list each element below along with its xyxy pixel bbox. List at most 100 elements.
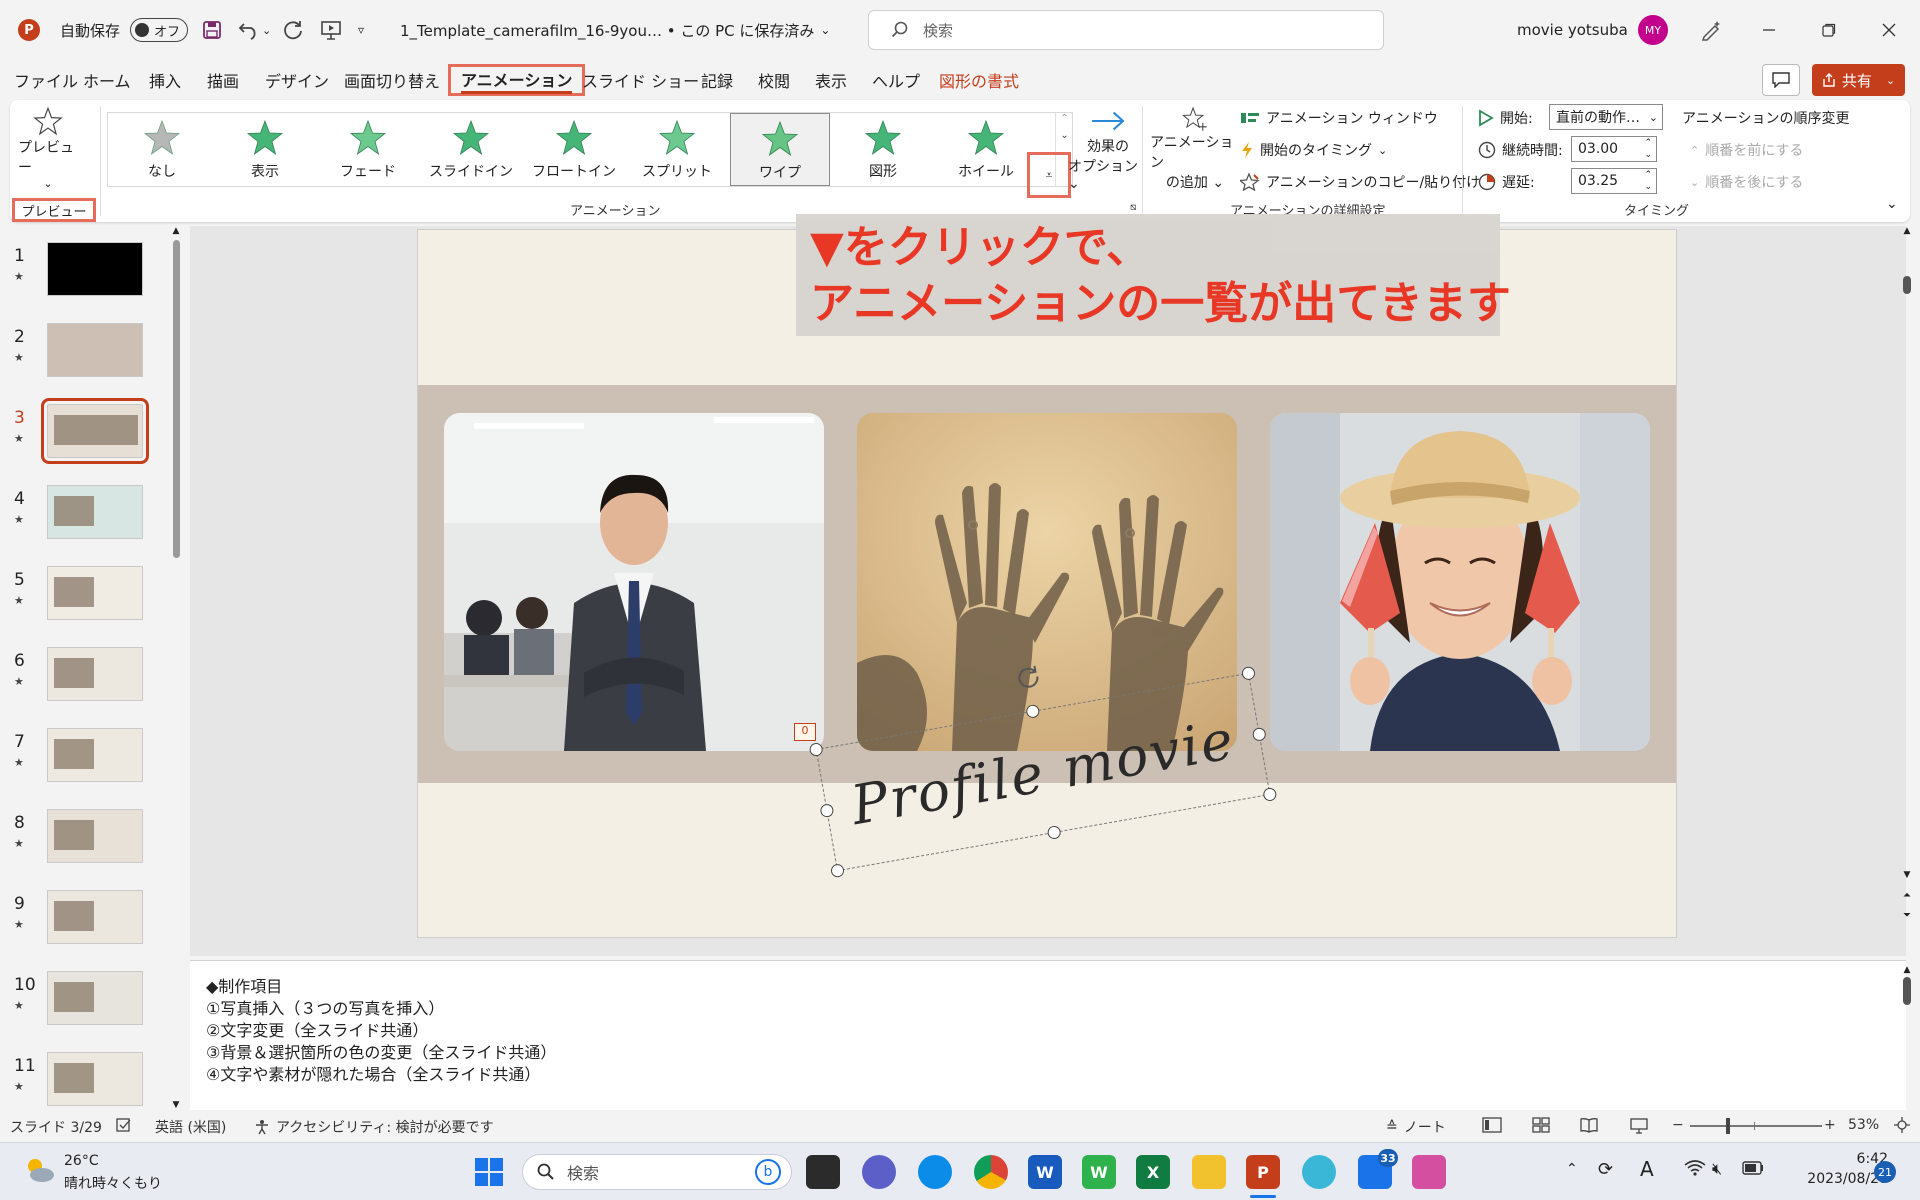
scroll-up-icon[interactable]: ▲: [170, 226, 182, 236]
windows-start-icon[interactable]: [474, 1157, 504, 1187]
add-animation-button[interactable]: アニメーション の追加 ⌄: [1150, 106, 1240, 192]
edge-icon[interactable]: [918, 1155, 952, 1189]
bing-icon[interactable]: b: [755, 1159, 781, 1185]
reading-view-icon[interactable]: [1580, 1117, 1598, 1133]
effect-options-button[interactable]: 効果の オプション ⌄: [1068, 106, 1148, 192]
undo-icon[interactable]: [238, 0, 260, 60]
clock-time[interactable]: 6:42: [1798, 1151, 1888, 1167]
share-button[interactable]: 共有 ⌄: [1812, 64, 1905, 96]
move-earlier-button[interactable]: ⌃ 順番を前にする: [1690, 140, 1803, 160]
close-icon[interactable]: [1882, 0, 1896, 60]
animation-option[interactable]: なし: [112, 113, 212, 186]
zoom-level[interactable]: 53%: [1848, 1117, 1879, 1133]
animation-painter-button[interactable]: アニメーションのコピー/貼り付け: [1240, 172, 1480, 192]
scroll-up-icon[interactable]: ▲: [1901, 965, 1913, 975]
scroll-thumb[interactable]: [1903, 276, 1911, 294]
animation-option[interactable]: ホイール: [936, 113, 1036, 186]
collapse-ribbon-icon[interactable]: ⌄: [1886, 196, 1898, 212]
scroll-down-icon[interactable]: ▼: [1901, 870, 1913, 880]
notes-toggle[interactable]: ≙ ノート: [1386, 1117, 1446, 1137]
designer-pen-icon[interactable]: [1700, 0, 1722, 60]
thumbnail-scrollbar[interactable]: ▲ ▼: [170, 226, 182, 1110]
rotate-handle-icon[interactable]: [1013, 662, 1043, 692]
animation-option[interactable]: スプリット: [627, 113, 727, 186]
slideshow-view-icon[interactable]: [1630, 1117, 1648, 1135]
slide-thumbnail[interactable]: [47, 485, 143, 539]
next-slide-icon[interactable]: ⏷: [1901, 910, 1913, 921]
slide-thumbnail[interactable]: [41, 398, 149, 464]
tab-view[interactable]: 表示: [815, 66, 847, 94]
task-view-icon[interactable]: [806, 1155, 840, 1189]
weather-description[interactable]: 晴れ時々くもり: [64, 1173, 162, 1193]
tab-draw[interactable]: 描画: [207, 66, 239, 94]
slide-thumbnail[interactable]: [47, 242, 143, 296]
notes-scrollbar[interactable]: ▲: [1901, 965, 1913, 1105]
autosave-toggle[interactable]: オフ: [130, 0, 188, 60]
excel-icon[interactable]: X: [1136, 1155, 1170, 1189]
normal-view-icon[interactable]: [1482, 1117, 1502, 1133]
scroll-up-icon[interactable]: ▲: [1901, 226, 1913, 236]
comments-button[interactable]: [1762, 64, 1800, 96]
powerpoint-taskbar-icon[interactable]: P: [1246, 1155, 1280, 1189]
file-explorer-icon[interactable]: [1192, 1155, 1226, 1189]
cloud-app-icon[interactable]: [1302, 1155, 1336, 1189]
search-input[interactable]: 検索: [868, 10, 1384, 50]
mail-icon[interactable]: 33: [1358, 1149, 1398, 1189]
tab-design[interactable]: デザイン: [265, 66, 329, 94]
notes-pane[interactable]: ◆制作項目 ①写真挿入（３つの写真を挿入） ②文字変更（全スライド共通） ③背景＆選択…: [190, 960, 1911, 1110]
photo-woman-popsicles[interactable]: [1270, 413, 1650, 751]
tab-animations[interactable]: アニメーション: [448, 64, 586, 96]
battery-icon[interactable]: [1742, 1161, 1764, 1175]
accessibility-status[interactable]: アクセシビリティ: 検討が必要です: [254, 1117, 494, 1137]
tray-overflow-icon[interactable]: ⌃: [1566, 1161, 1578, 1177]
resize-handle[interactable]: [1262, 786, 1278, 802]
redo-icon[interactable]: [282, 0, 304, 60]
ime-icon[interactable]: A: [1640, 1157, 1654, 1181]
scroll-down-icon[interactable]: ▼: [170, 1100, 182, 1110]
tab-review[interactable]: 校閲: [758, 66, 790, 94]
previous-slide-icon[interactable]: ⏶: [1901, 890, 1913, 901]
tab-home[interactable]: ホーム: [83, 66, 131, 94]
slide-thumbnail[interactable]: [47, 728, 143, 782]
duration-input[interactable]: 03.00 ⌃ ⌄: [1571, 136, 1657, 162]
save-icon[interactable]: [202, 0, 222, 60]
spellcheck-icon[interactable]: [116, 1117, 132, 1133]
tab-record[interactable]: 記録: [701, 66, 733, 94]
tab-transitions[interactable]: 画面切り替え: [344, 66, 440, 94]
animation-option[interactable]: フェード: [318, 113, 418, 186]
clock-date[interactable]: 2023/08/28: [1784, 1171, 1888, 1187]
undo-dropdown-icon[interactable]: ⌄: [262, 0, 271, 60]
tab-shape-format[interactable]: 図形の書式: [939, 66, 1019, 94]
scroll-thumb[interactable]: [1903, 977, 1911, 1005]
word-icon[interactable]: W: [1028, 1155, 1062, 1189]
zoom-slider[interactable]: [1690, 1118, 1822, 1134]
notification-badge[interactable]: 21: [1874, 1161, 1896, 1183]
tab-insert[interactable]: 挿入: [149, 66, 181, 94]
slide-sorter-icon[interactable]: [1532, 1117, 1550, 1133]
taskbar-search[interactable]: 検索 b: [522, 1154, 792, 1190]
weather-icon[interactable]: [22, 1153, 56, 1187]
volume-muted-icon[interactable]: 🔇︎: [1712, 1159, 1722, 1179]
avatar[interactable]: MY: [1638, 0, 1668, 60]
tab-help[interactable]: ヘルプ: [872, 66, 920, 94]
weather-temp[interactable]: 26°C: [64, 1153, 99, 1169]
move-later-button[interactable]: ⌄ 順番を後にする: [1690, 172, 1803, 192]
language-status[interactable]: 英語 (米国): [155, 1117, 226, 1137]
game-app-icon[interactable]: [1412, 1155, 1446, 1189]
start-from-beginning-icon[interactable]: [320, 0, 342, 60]
user-name[interactable]: movie yotsuba: [1517, 0, 1628, 60]
animation-option[interactable]: 表示: [215, 113, 315, 186]
slide-thumbnail[interactable]: [47, 566, 143, 620]
slide-scrollbar[interactable]: ▲ ▼ ⏶ ⏷: [1901, 226, 1913, 956]
tab-slideshow[interactable]: スライド ショー: [582, 66, 699, 94]
slide-thumbnail[interactable]: [47, 890, 143, 944]
fit-to-window-icon[interactable]: [1894, 1117, 1910, 1133]
zoom-out-icon[interactable]: −: [1672, 1117, 1684, 1133]
trigger-button[interactable]: 開始のタイミング ⌄: [1240, 140, 1387, 160]
scroll-thumb[interactable]: [172, 240, 180, 558]
tab-file[interactable]: ファイル: [14, 66, 78, 94]
animation-option[interactable]: ワイプ: [730, 113, 830, 186]
minimize-icon[interactable]: [1762, 0, 1776, 60]
animation-option[interactable]: フロートイン: [524, 113, 624, 186]
chrome-icon[interactable]: [974, 1155, 1008, 1189]
